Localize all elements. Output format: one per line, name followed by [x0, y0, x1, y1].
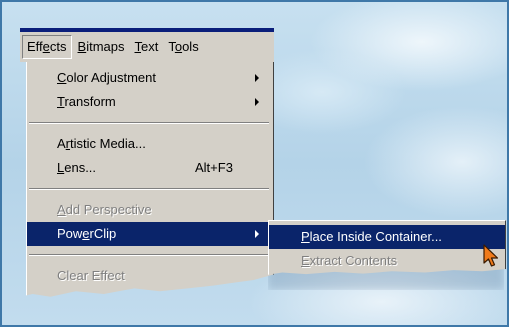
powerclip-submenu-panel: Place Inside Container... Extract Conten…	[268, 220, 506, 288]
menu-item-transform[interactable]: Transform	[27, 90, 273, 114]
menu-item-label: Lens...	[57, 160, 97, 175]
menu-bitmaps[interactable]: Bitmaps	[74, 36, 129, 58]
menu-item-label: Color Adjustment	[57, 70, 156, 85]
menu-effects[interactable]: Effects	[22, 35, 72, 59]
effects-dropdown: Color Adjustment Transform Artistic Medi…	[26, 62, 274, 297]
menu-tools[interactable]: Tools	[164, 36, 202, 58]
menu-bar: Effects Bitmaps Text Tools	[20, 32, 274, 62]
menu-item-label: Clear Effect	[57, 268, 125, 283]
menu-item-color-adjustment[interactable]: Color Adjustment	[27, 66, 273, 90]
menu-item-label: Add Perspective	[57, 202, 152, 217]
menu-separator	[29, 188, 269, 190]
submenu-arrow-icon	[255, 98, 259, 106]
menu-item-artistic-media[interactable]: Artistic Media...	[27, 132, 273, 156]
submenu-arrow-icon	[255, 74, 259, 82]
menu-panel: Effects Bitmaps Text Tools Color Adjustm…	[20, 28, 274, 297]
menu-item-label: Place Inside Container...	[301, 229, 442, 244]
menu-item-extract-contents: Extract Contents	[269, 249, 505, 273]
menu-item-shortcut: Alt+F3	[195, 160, 233, 175]
menu-item-label: Artistic Media...	[57, 136, 146, 151]
menu-item-add-perspective: Add Perspective	[27, 198, 273, 222]
menu-item-label: PowerClip	[57, 226, 117, 241]
menu-item-lens[interactable]: Lens... Alt+F3	[27, 156, 273, 180]
menu-item-powerclip[interactable]: PowerClip	[27, 222, 273, 246]
menu-separator	[29, 122, 269, 124]
powerclip-submenu: Place Inside Container... Extract Conten…	[268, 220, 506, 275]
menu-item-place-inside-container[interactable]: Place Inside Container...	[269, 225, 505, 249]
menu-separator	[29, 254, 269, 256]
submenu-arrow-icon	[255, 230, 259, 238]
mouse-pointer-icon	[483, 244, 499, 267]
menu-item-label: Extract Contents	[301, 253, 398, 268]
menu-text[interactable]: Text	[131, 36, 163, 58]
menu-item-label: Transform	[57, 94, 116, 109]
